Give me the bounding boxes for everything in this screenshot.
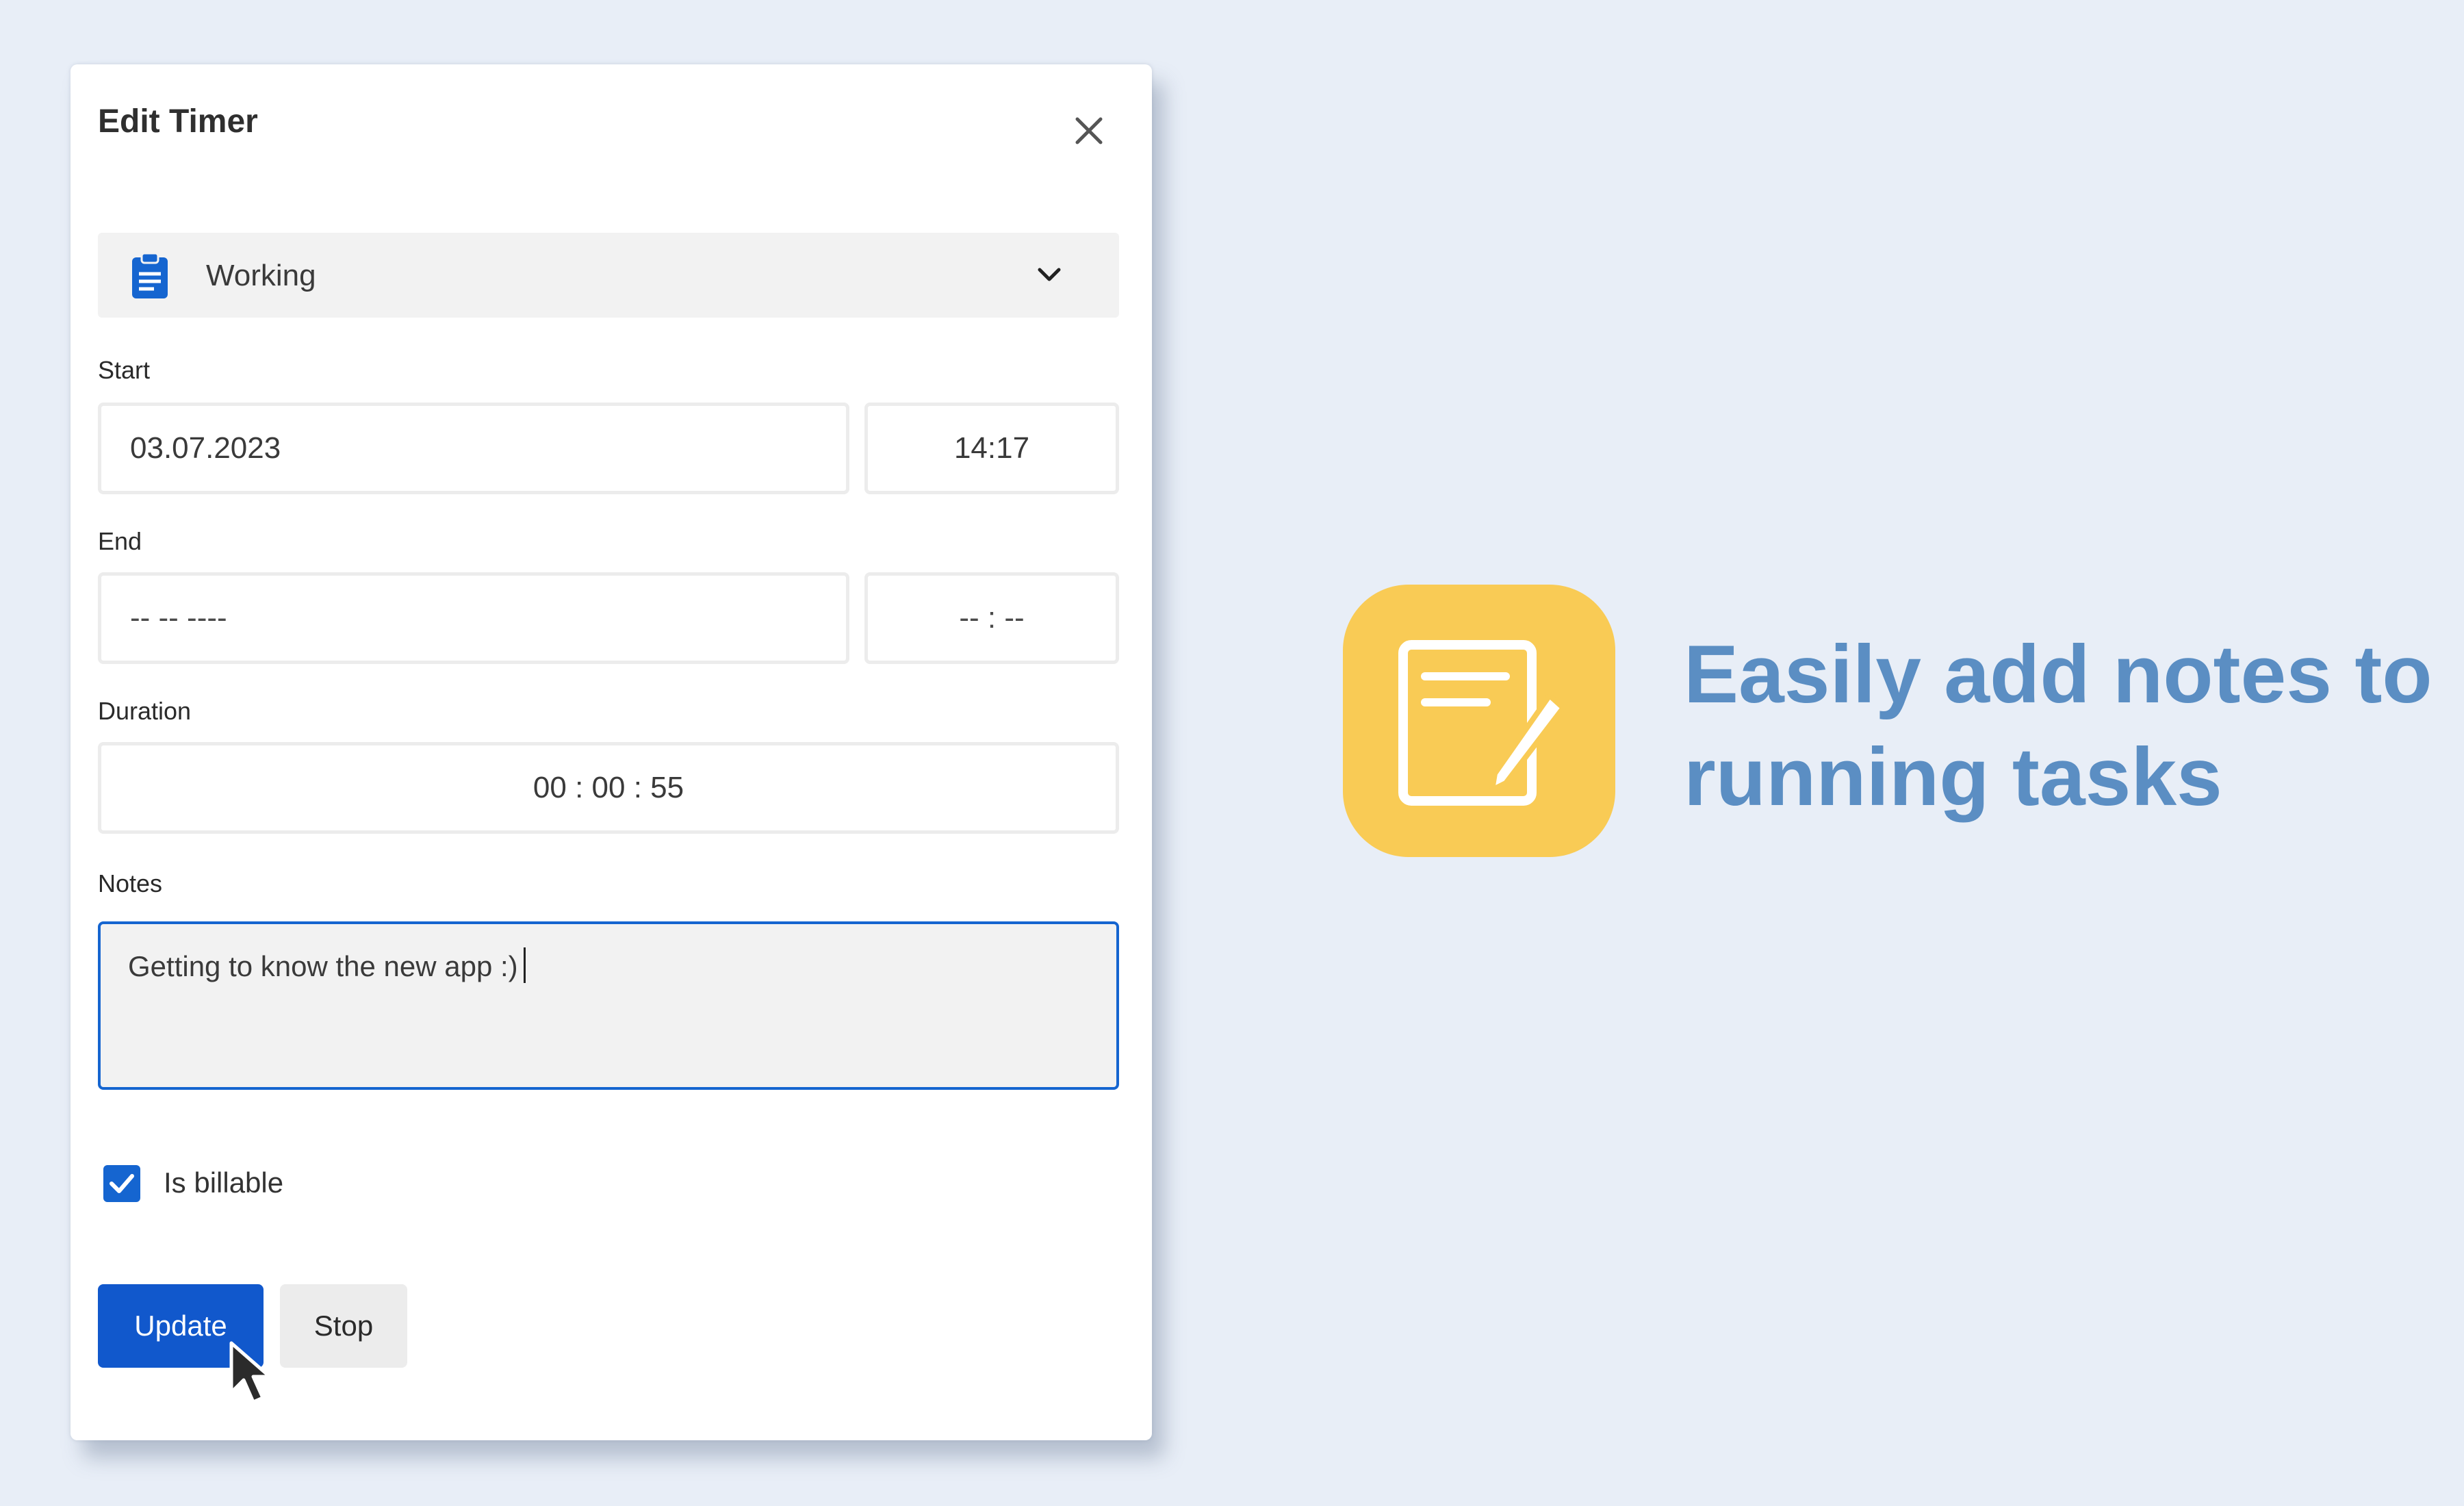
- task-select-value: Working: [206, 259, 316, 292]
- duration-label: Duration: [98, 697, 192, 725]
- end-date-placeholder: -- -- ----: [130, 601, 227, 635]
- start-label: Start: [98, 356, 151, 384]
- start-date-value: 03.07.2023: [130, 431, 281, 465]
- notes-label: Notes: [98, 869, 163, 897]
- close-icon: [1075, 117, 1103, 144]
- end-time-input[interactable]: -- : --: [864, 572, 1119, 664]
- start-time-input[interactable]: 14:17: [864, 403, 1119, 494]
- dialog-title: Edit Timer: [98, 103, 258, 140]
- end-date-input[interactable]: -- -- ----: [98, 572, 849, 664]
- stop-button[interactable]: Stop: [280, 1284, 407, 1368]
- promo-headline: Easily add notes to running tasks: [1684, 623, 2437, 828]
- duration-value: 00 : 00 : 55: [532, 771, 684, 804]
- edit-timer-dialog: Edit Timer Working Start 03.07.2023 14:1…: [70, 64, 1152, 1440]
- notes-value: Getting to know the new app :): [128, 950, 518, 982]
- task-select[interactable]: Working: [98, 233, 1119, 318]
- chevron-down-icon: [1038, 268, 1061, 281]
- note-edit-icon: [1398, 640, 1566, 806]
- end-time-placeholder: -- : --: [959, 601, 1025, 635]
- duration-input[interactable]: 00 : 00 : 55: [98, 742, 1119, 834]
- end-label: End: [98, 527, 142, 555]
- text-caret: [523, 947, 526, 983]
- start-time-value: 14:17: [953, 431, 1030, 465]
- checkmark-icon: [110, 1174, 134, 1193]
- promo-headline-line2: running tasks: [1684, 731, 2222, 823]
- billable-checkbox[interactable]: [103, 1165, 140, 1202]
- close-button[interactable]: [1065, 107, 1113, 155]
- notes-textarea[interactable]: Getting to know the new app :): [98, 921, 1119, 1090]
- promo-headline-line1: Easily add notes to: [1684, 628, 2433, 720]
- start-date-input[interactable]: 03.07.2023: [98, 403, 849, 494]
- note-edit-app-icon: [1343, 585, 1615, 857]
- clipboard-icon: [132, 252, 168, 298]
- billable-label: Is billable: [164, 1166, 284, 1199]
- mouse-pointer-icon: [229, 1341, 272, 1404]
